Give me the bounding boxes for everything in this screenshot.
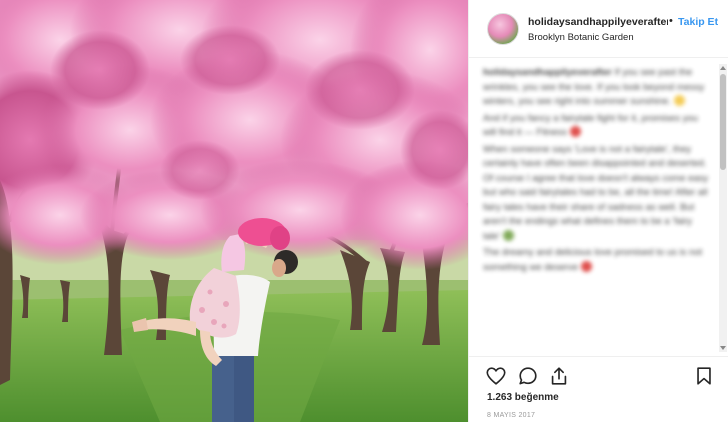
post-header: holidaysandhappilyeverafter • Takip Et B… [469,0,728,58]
scroll-thumb[interactable] [720,74,726,170]
emoji-icon [502,229,514,241]
emoji-icon [673,95,685,106]
follow-button[interactable]: Takip Et [678,16,728,28]
caption-scrollbar[interactable] [719,64,727,352]
scroll-up-arrow-icon[interactable] [720,66,726,70]
caption-paragraph: And if you fancy a fairytale fight for i… [483,112,711,141]
share-icon[interactable] [548,365,570,387]
action-bar: 1.263 beğenme 8 MAYIS 2017 [469,356,728,422]
caption-area: holidaysandhappilyeverafter If you see p… [483,66,711,356]
separator-dot: • [669,15,673,27]
comment-icon[interactable] [517,365,539,387]
emoji-icon [569,126,581,137]
scroll-down-arrow-icon[interactable] [720,346,726,350]
bookmark-icon[interactable] [693,365,715,387]
cherry-blossom-couple-image [0,0,468,422]
caption-paragraph: holidaysandhappilyeverafter If you see p… [483,66,711,110]
caption-paragraph: When someone says 'Love is not a fairyta… [483,143,711,245]
post-date: 8 MAYIS 2017 [487,412,536,419]
caption-text: And if you fancy a fairytale fight for i… [483,112,698,139]
avatar[interactable] [487,13,519,45]
post-photo[interactable] [0,0,468,422]
location-link[interactable]: Brooklyn Botanic Garden [528,32,634,43]
post-side-panel: holidaysandhappilyeverafter • Takip Et B… [468,0,728,422]
caption-text: When someone says 'Love is not a fairyta… [483,143,709,242]
emoji-icon [580,260,592,272]
username-link[interactable]: holidaysandhappilyeverafter [528,16,668,28]
caption-text: The dreamy and delicious love promised t… [483,247,703,273]
caption-paragraph: The dreamy and delicious love promised t… [483,246,711,275]
caption-author[interactable]: holidaysandhappilyeverafter [483,67,612,78]
heart-icon[interactable] [485,365,507,387]
likes-count[interactable]: 1.263 beğenme [487,392,559,403]
